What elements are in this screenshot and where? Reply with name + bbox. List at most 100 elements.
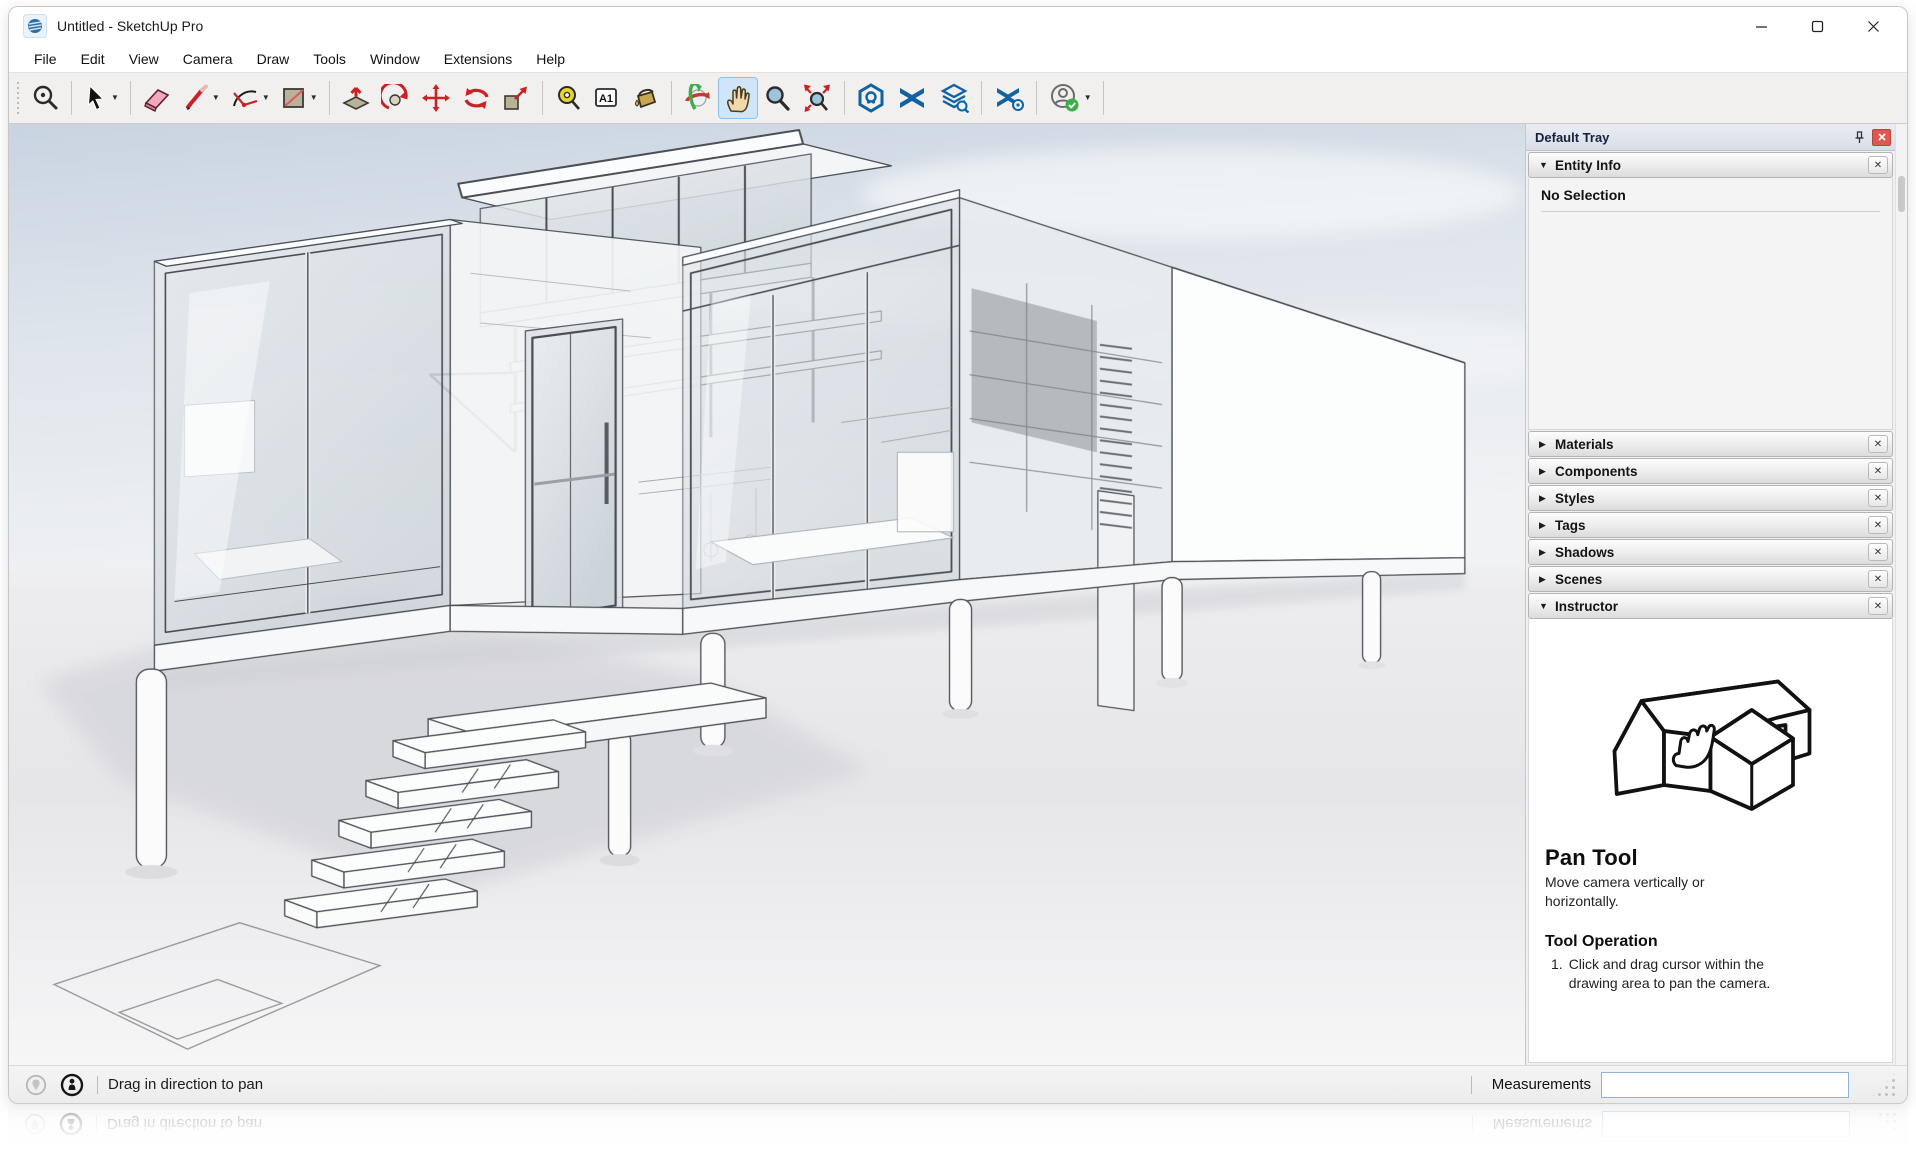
menu-edit[interactable]: Edit — [70, 48, 116, 70]
maximize-icon — [1811, 20, 1824, 33]
tray-scrollbar[interactable] — [1895, 124, 1907, 1065]
menu-window[interactable]: Window — [359, 48, 431, 70]
minimize-button[interactable] — [1733, 9, 1789, 43]
section-components[interactable]: ▶ Components ✕ — [1528, 458, 1893, 484]
expand-arrow-icon[interactable]: ▶ — [1539, 493, 1555, 504]
extension-manager-button[interactable] — [988, 77, 1030, 119]
menu-camera[interactable]: Camera — [172, 48, 244, 70]
window-controls — [1733, 9, 1901, 43]
3d-warehouse-icon — [896, 84, 928, 112]
section-close-button[interactable]: ✕ — [1868, 570, 1888, 588]
reflected-measurements-label: Measurements — [1493, 1116, 1592, 1133]
arc-dropdown-caret[interactable]: ▼ — [262, 94, 270, 102]
shapes-tool-button[interactable]: ▼ — [275, 77, 323, 119]
zoom-icon — [763, 84, 791, 112]
zoom-tool-button[interactable] — [758, 77, 796, 119]
select-dropdown-caret[interactable]: ▼ — [111, 94, 119, 102]
menu-tools[interactable]: Tools — [302, 48, 357, 70]
line-tool-button[interactable]: ▼ — [177, 77, 225, 119]
measurements-input[interactable] — [1601, 1072, 1849, 1098]
geolocation-status-button[interactable] — [23, 1072, 49, 1098]
text-tool-button[interactable]: A1 — [587, 77, 625, 119]
section-close-button[interactable]: ✕ — [1868, 516, 1888, 534]
eraser-tool-button[interactable] — [137, 77, 177, 119]
tape-measure-tool-button[interactable] — [549, 77, 587, 119]
window-reflection: Drag in direction to pan Measurements — [8, 1105, 1908, 1159]
collapse-arrow-icon[interactable]: ▼ — [1539, 160, 1555, 170]
arc-icon — [230, 84, 260, 112]
instructor-figure — [1545, 627, 1876, 845]
shapes-dropdown-caret[interactable]: ▼ — [310, 94, 318, 102]
trimble-connect-button[interactable] — [851, 77, 891, 119]
credit-attribution-button[interactable] — [59, 1072, 85, 1098]
model-canvas[interactable] — [9, 124, 1525, 1065]
eraser-icon — [142, 84, 172, 112]
instructor-step: 1. Click and drag cursor within the draw… — [1545, 955, 1795, 994]
section-close-button[interactable]: ✕ — [1868, 543, 1888, 561]
pan-tool-button[interactable] — [718, 77, 758, 119]
section-instructor[interactable]: ▼ Instructor ✕ — [1528, 593, 1893, 619]
entity-info-message: No Selection — [1541, 187, 1880, 212]
section-close-button[interactable]: ✕ — [1868, 435, 1888, 453]
section-close-button[interactable]: ✕ — [1868, 156, 1888, 174]
maximize-button[interactable] — [1789, 9, 1845, 43]
expand-arrow-icon[interactable]: ▶ — [1539, 466, 1555, 477]
expand-arrow-icon[interactable]: ▶ — [1539, 520, 1555, 531]
close-icon — [1867, 20, 1880, 33]
zoom-extents-tool-button[interactable] — [796, 77, 838, 119]
move-tool-button[interactable] — [416, 77, 456, 119]
entity-info-body: No Selection — [1528, 178, 1893, 430]
expand-arrow-icon[interactable]: ▶ — [1539, 547, 1555, 558]
expand-arrow-icon[interactable]: ▶ — [1539, 574, 1555, 585]
section-entity-info[interactable]: ▼ Entity Info ✕ — [1528, 152, 1893, 178]
menu-view[interactable]: View — [118, 48, 170, 70]
scale-tool-button[interactable] — [496, 77, 536, 119]
collapse-arrow-icon[interactable]: ▼ — [1539, 601, 1555, 611]
close-button[interactable] — [1845, 9, 1901, 43]
toolbar-separator — [329, 81, 330, 115]
section-styles[interactable]: ▶ Styles ✕ — [1528, 485, 1893, 511]
line-dropdown-caret[interactable]: ▼ — [212, 94, 220, 102]
tray-scrollbar-thumb[interactable] — [1898, 176, 1905, 212]
pin-tray-button[interactable] — [1849, 127, 1869, 147]
section-label: Components — [1555, 464, 1638, 479]
account-button[interactable]: ▼ — [1043, 77, 1097, 119]
rotate-tool-button[interactable] — [456, 77, 496, 119]
rectangle-shape-icon — [280, 84, 308, 112]
paint-bucket-icon — [630, 84, 660, 112]
section-scenes[interactable]: ▶ Scenes ✕ — [1528, 566, 1893, 592]
toolbar-separator — [1103, 81, 1104, 115]
pin-icon — [1853, 131, 1866, 144]
status-bar: Drag in direction to pan Measurements — [9, 1065, 1907, 1103]
paint-bucket-tool-button[interactable] — [625, 77, 665, 119]
menu-file[interactable]: File — [23, 48, 68, 70]
search-tool-button[interactable] — [25, 77, 65, 119]
section-close-button[interactable]: ✕ — [1868, 462, 1888, 480]
pushpull-tool-button[interactable] — [336, 77, 376, 119]
extension-warehouse-button[interactable] — [933, 77, 975, 119]
section-close-button[interactable]: ✕ — [1868, 597, 1888, 615]
orbit-tool-button[interactable] — [678, 77, 718, 119]
select-tool-button[interactable]: ▼ — [78, 77, 124, 119]
arc-tool-button[interactable]: ▼ — [225, 77, 275, 119]
toolbar-grip[interactable] — [14, 79, 22, 117]
person-info-icon — [59, 1112, 83, 1136]
account-dropdown-caret[interactable]: ▼ — [1084, 94, 1092, 102]
offset-tool-button[interactable] — [376, 77, 416, 119]
section-close-button[interactable]: ✕ — [1868, 489, 1888, 507]
menu-help[interactable]: Help — [525, 48, 576, 70]
menu-draw[interactable]: Draw — [246, 48, 301, 70]
3d-warehouse-button[interactable] — [891, 77, 933, 119]
menu-extensions[interactable]: Extensions — [433, 48, 523, 70]
section-materials[interactable]: ▶ Materials ✕ — [1528, 431, 1893, 457]
status-divider — [1471, 1076, 1472, 1094]
resize-grip[interactable] — [1871, 1072, 1897, 1098]
expand-arrow-icon[interactable]: ▶ — [1539, 439, 1555, 450]
section-tags[interactable]: ▶ Tags ✕ — [1528, 512, 1893, 538]
measurements-group: Measurements — [1469, 1072, 1897, 1098]
section-label: Instructor — [1555, 599, 1618, 614]
section-shadows[interactable]: ▶ Shadows ✕ — [1528, 539, 1893, 565]
tray-close-button[interactable] — [1872, 129, 1891, 146]
sketchup-window: Untitled - SketchUp Pro File Edit View C… — [8, 6, 1908, 1104]
step-text: Click and drag cursor within the drawing… — [1569, 955, 1795, 994]
